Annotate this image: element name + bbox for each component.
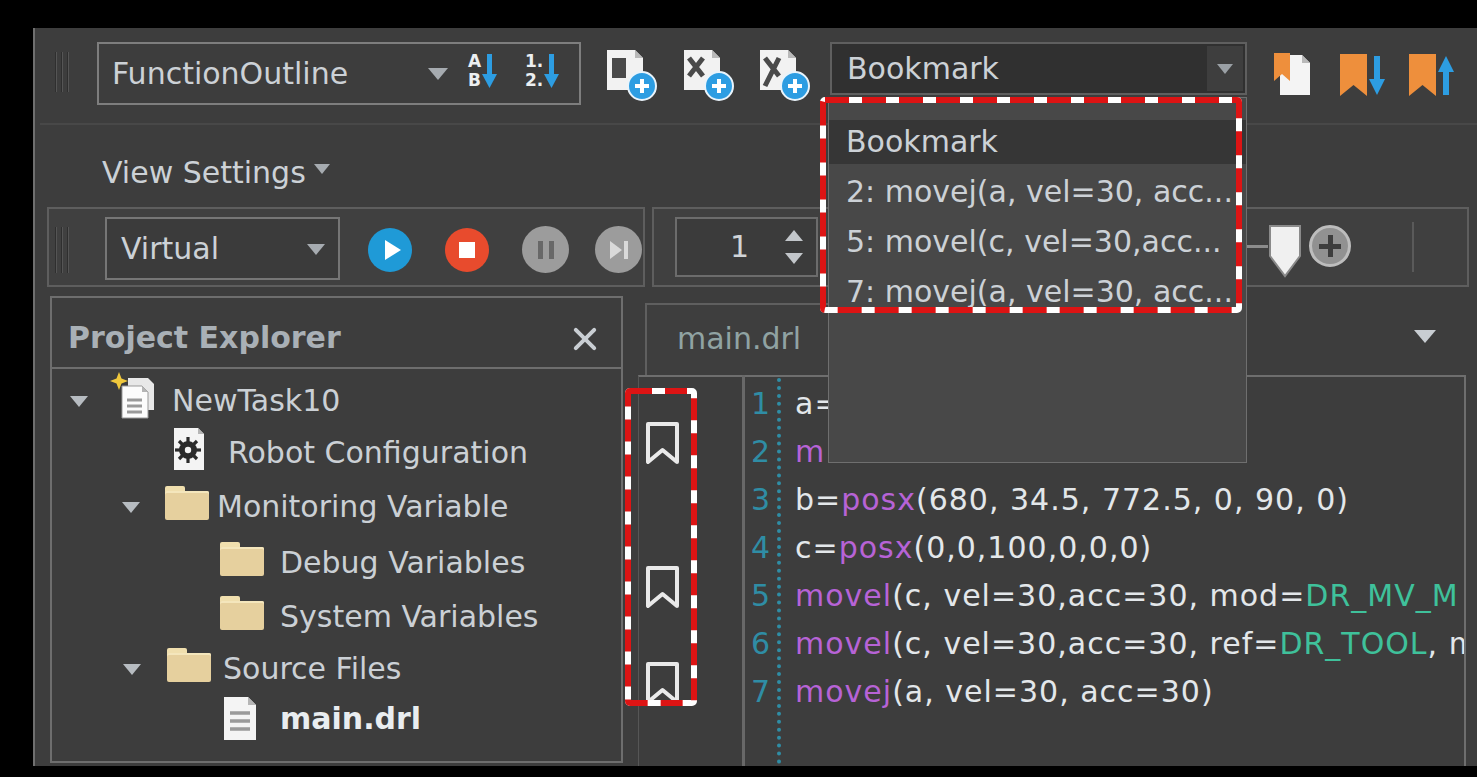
expander-icon[interactable] bbox=[122, 502, 140, 513]
line-number: 3 bbox=[715, 480, 770, 520]
line-number: 5 bbox=[715, 576, 770, 616]
play-icon bbox=[385, 240, 401, 260]
line-number: 2 bbox=[715, 432, 770, 472]
pause-button[interactable] bbox=[522, 226, 569, 273]
view-settings-menu[interactable]: View Settings bbox=[102, 155, 330, 189]
code-line-2: m bbox=[795, 432, 825, 472]
tree-item-source-files[interactable]: Source Files bbox=[223, 651, 401, 686]
toolbar-separator bbox=[40, 123, 1477, 125]
step-button[interactable] bbox=[595, 226, 642, 273]
pause-icon bbox=[538, 241, 554, 259]
bookmark-combo-value: Bookmark bbox=[847, 44, 999, 93]
line-number: 4 bbox=[715, 528, 770, 568]
step-icon bbox=[610, 241, 628, 259]
code-line-5: movel(c, vel=30,acc=30, mod=DR_MV_M bbox=[795, 576, 1459, 616]
sort-alphabetical-button[interactable]: A B bbox=[468, 52, 498, 92]
bookmark-previous-button[interactable] bbox=[1407, 53, 1455, 103]
tree-item-robot-configuration[interactable]: Robot Configuration bbox=[228, 435, 528, 470]
bookmark-flag-button[interactable] bbox=[1267, 224, 1303, 284]
bookmark-next-button[interactable] bbox=[1338, 53, 1386, 103]
tree-item-newtask10[interactable]: NewTask10 bbox=[172, 383, 340, 418]
add-bookmark-button[interactable] bbox=[1309, 225, 1351, 267]
view-settings-label: View Settings bbox=[102, 155, 306, 190]
add-function-document-button[interactable] bbox=[603, 48, 658, 106]
arrow-down-icon bbox=[481, 52, 498, 92]
drl-file-icon bbox=[222, 695, 258, 746]
plus-icon bbox=[1319, 235, 1341, 257]
toolbar-separator bbox=[1412, 222, 1414, 272]
line-number: 6 bbox=[715, 624, 770, 664]
toolbar-grip[interactable] bbox=[55, 52, 69, 92]
bookmark-dropdown-highlight bbox=[820, 97, 1242, 317]
tree-item-main-drl[interactable]: main.drl bbox=[280, 701, 421, 736]
line-number: 7 bbox=[715, 672, 770, 712]
project-explorer-panel: Project Explorer bbox=[50, 296, 623, 763]
sort-num-2: 2. bbox=[525, 71, 543, 90]
panel-left-edge bbox=[33, 28, 35, 766]
tree-item-monitoring-variable[interactable]: Monitoring Variable bbox=[217, 489, 508, 524]
stop-button[interactable] bbox=[445, 228, 489, 272]
tab-list-icon[interactable] bbox=[1414, 330, 1436, 343]
line-number-value: 1 bbox=[677, 219, 749, 275]
sort-alpha-a: A bbox=[468, 52, 481, 71]
sort-alpha-b: B bbox=[468, 71, 481, 90]
spinner-up-icon[interactable] bbox=[785, 230, 803, 241]
bookmark-combo[interactable]: Bookmark bbox=[830, 42, 1247, 95]
code-line-7: movej(a, vel=30, acc=30) bbox=[795, 672, 1214, 712]
play-button[interactable] bbox=[368, 228, 412, 272]
code-line-6: movel(c, vel=30,acc=30, ref=DR_TOOL, m bbox=[795, 624, 1477, 664]
task-icon bbox=[110, 372, 160, 428]
mode-combo-value: Virtual bbox=[121, 231, 219, 266]
robot-configuration-icon bbox=[172, 426, 206, 476]
tree-item-system-variables[interactable]: System Variables bbox=[280, 599, 539, 634]
line-number-spinner[interactable]: 1 bbox=[675, 217, 818, 277]
function-outline-combo[interactable]: FunctionOutline bbox=[112, 44, 348, 103]
chevron-down-icon bbox=[307, 244, 325, 255]
chevron-down-icon bbox=[1217, 64, 1233, 74]
editor-right-edge bbox=[1464, 377, 1477, 764]
add-document-button-2[interactable] bbox=[756, 48, 811, 106]
folder-icon bbox=[220, 542, 264, 576]
bookmark-combo-button[interactable] bbox=[1207, 46, 1243, 91]
project-explorer-title: Project Explorer bbox=[68, 320, 341, 355]
sort-numeric-button[interactable]: 1. 2. bbox=[525, 52, 560, 92]
line-number: 1 bbox=[715, 384, 770, 424]
chevron-down-icon[interactable] bbox=[428, 68, 448, 80]
folder-icon bbox=[165, 486, 209, 520]
function-outline-group: FunctionOutline A B 1. 2. bbox=[97, 42, 581, 105]
sort-num-1: 1. bbox=[525, 52, 543, 71]
run-toolbar-grip[interactable] bbox=[55, 227, 69, 273]
stop-icon bbox=[459, 242, 475, 258]
bookmark-gutter-highlight bbox=[625, 388, 697, 710]
indent-guide bbox=[777, 378, 781, 764]
chevron-down-icon bbox=[314, 164, 330, 174]
code-line-4: c=posx(0,0,100,0,0,0) bbox=[795, 528, 1152, 568]
code-line-3: b=posx(680, 34.5, 772.5, 0, 90, 0) bbox=[795, 480, 1349, 520]
expander-icon[interactable] bbox=[70, 396, 88, 407]
arrow-down-icon bbox=[543, 52, 560, 92]
tree-item-debug-variables[interactable]: Debug Variables bbox=[280, 545, 525, 580]
folder-icon bbox=[167, 648, 211, 682]
close-icon[interactable] bbox=[570, 324, 602, 354]
mode-combo[interactable]: Virtual bbox=[105, 217, 340, 280]
bookmark-page-button[interactable] bbox=[1272, 51, 1312, 103]
explorer-header-divider bbox=[52, 367, 621, 369]
tab-label: main.drl bbox=[677, 305, 801, 373]
expander-icon[interactable] bbox=[123, 664, 141, 675]
spinner-down-icon[interactable] bbox=[785, 253, 803, 264]
folder-icon bbox=[220, 596, 264, 630]
add-document-button[interactable] bbox=[680, 48, 735, 106]
